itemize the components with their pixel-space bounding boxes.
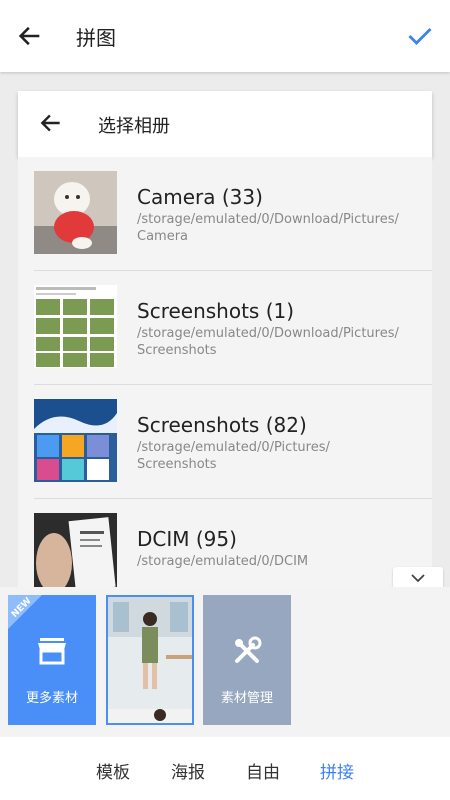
template-preview-image <box>108 597 192 723</box>
album-path: /storage/emulated/0/Pictures/ Screenshot… <box>137 439 417 473</box>
chevron-down-icon <box>411 574 425 583</box>
album-picker-header: 选择相册 <box>18 91 432 157</box>
album-path-text: /storage/emulated/0/Pictures/ Screenshot… <box>137 440 330 472</box>
album-path-text: /storage/emulated/0/Download/Pictures/ C… <box>137 212 399 244</box>
album-path: /storage/emulated/0/DCIM <box>137 553 417 570</box>
album-picker-title: 选择相册 <box>98 116 170 137</box>
album-thumbnail <box>34 399 117 482</box>
album-item-screenshots-pictures[interactable]: Screenshots (82) /storage/emulated/0/Pic… <box>18 385 432 499</box>
material-management-button[interactable]: 素材管理 <box>203 595 291 725</box>
album-path: /storage/emulated/0/Download/Pictures/ S… <box>137 325 417 359</box>
tab-template[interactable]: 模板 <box>96 758 130 783</box>
album-thumbnail <box>34 171 117 254</box>
tab-poster[interactable]: 海报 <box>171 758 205 783</box>
back-arrow-icon[interactable] <box>16 22 44 50</box>
album-path: /storage/emulated/0/Download/Pictures/ C… <box>137 211 417 245</box>
confirm-check-icon[interactable] <box>406 22 434 50</box>
album-list[interactable]: Camera (33) /storage/emulated/0/Download… <box>18 157 432 587</box>
more-materials-label: 更多素材 <box>25 691 78 706</box>
album-item-camera[interactable]: Camera (33) /storage/emulated/0/Download… <box>18 157 432 271</box>
selected-template-tile[interactable] <box>106 595 194 725</box>
album-name: Screenshots (82) <box>137 413 307 437</box>
top-bar: 拼图 <box>0 0 450 72</box>
material-management-label: 素材管理 <box>220 691 273 706</box>
more-materials-button[interactable]: NEW 更多素材 <box>8 595 96 725</box>
page-title: 拼图 <box>76 26 116 50</box>
album-item-dcim[interactable]: DCIM (95) /storage/emulated/0/DCIM <box>18 499 432 587</box>
album-thumbnail <box>34 513 117 587</box>
album-name: Screenshots (1) <box>137 299 295 323</box>
collapse-panel-button[interactable] <box>393 567 443 589</box>
tools-icon <box>235 636 262 663</box>
album-name: Camera (33) <box>137 185 263 209</box>
material-tray: NEW 更多素材 素材管理 <box>0 587 450 737</box>
tab-stitch[interactable]: 拼接 <box>320 758 354 783</box>
album-name: DCIM (95) <box>137 527 237 551</box>
album-thumbnail <box>34 285 117 368</box>
bottom-tab-bar: 模板 海报 自由 拼接 <box>0 737 450 800</box>
store-icon <box>38 638 66 665</box>
back-arrow-icon[interactable] <box>38 110 64 136</box>
tab-free[interactable]: 自由 <box>246 758 280 783</box>
album-path-text: /storage/emulated/0/DCIM <box>137 554 309 569</box>
album-path-text: /storage/emulated/0/Download/Pictures/ S… <box>137 326 399 358</box>
album-item-screenshots-download[interactable]: Screenshots (1) /storage/emulated/0/Down… <box>18 271 432 385</box>
